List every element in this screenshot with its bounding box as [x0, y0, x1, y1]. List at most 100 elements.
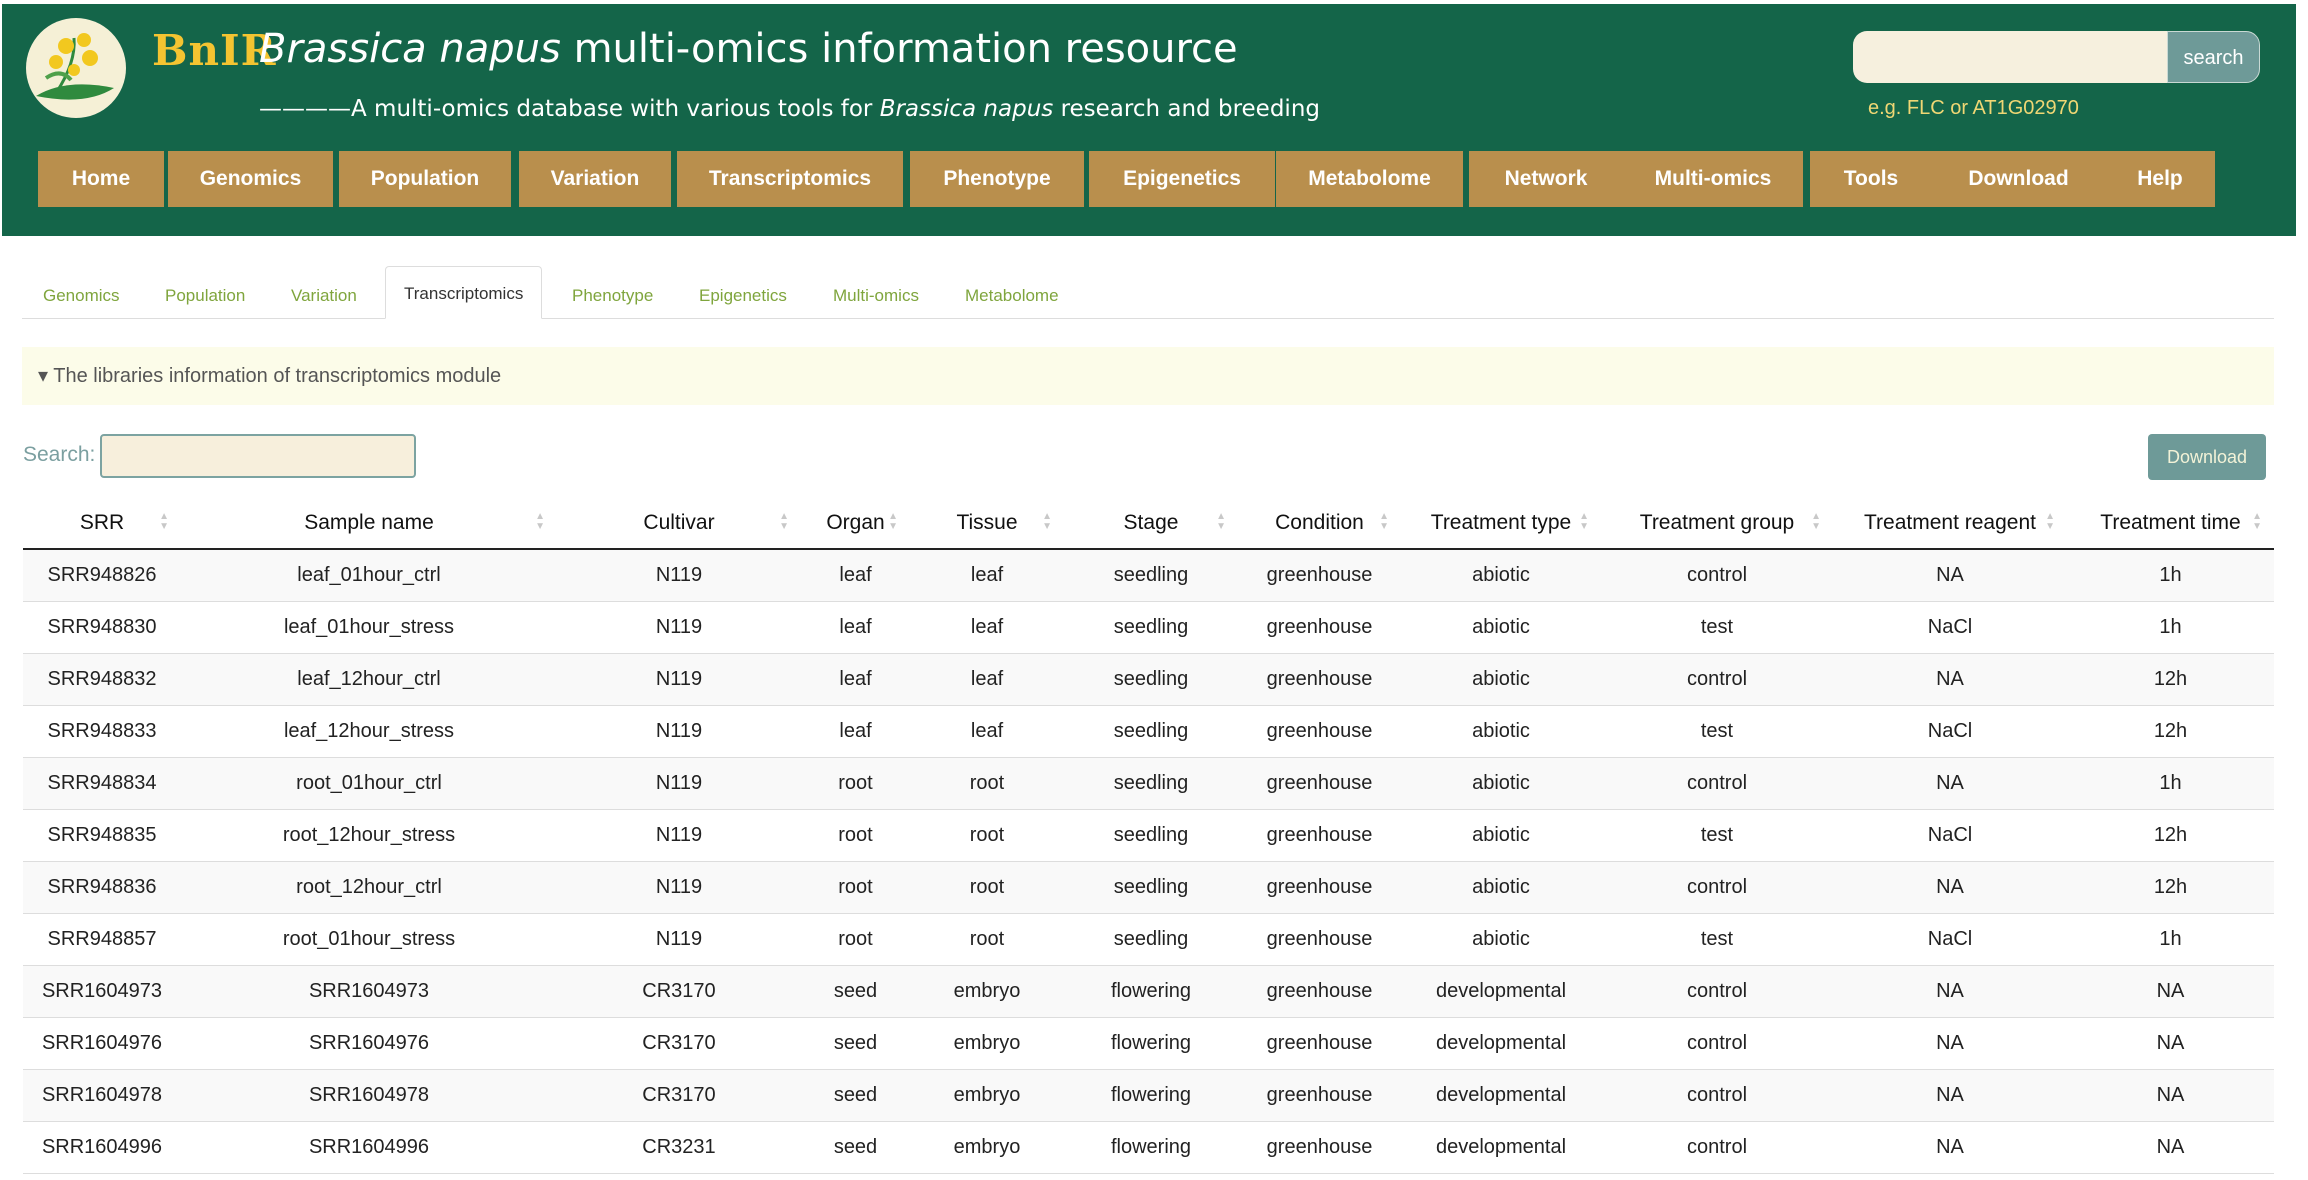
table-cell: test: [1601, 809, 1833, 862]
table-row[interactable]: SRR948834 root_01hour_ctrl N119 root root see…: [23, 757, 2274, 810]
table-row[interactable]: SRR948826 leaf_01hour_ctrl N119 leaf leaf see…: [23, 549, 2274, 602]
table-cell: NA: [2067, 1121, 2274, 1174]
table-row[interactable]: SRR1604978 SRR1604978 CR3170 seed embryo flow…: [23, 1069, 2274, 1122]
libraries-panel-title[interactable]: ▾ The libraries information of transcrip…: [38, 347, 501, 405]
nav-multi-omics[interactable]: Multi-omics: [1623, 151, 1803, 207]
header-search-input[interactable]: [1853, 31, 2171, 83]
table-cell: SRR948835: [23, 809, 181, 862]
table-cell: control: [1601, 549, 1833, 602]
table-row[interactable]: SRR948830 leaf_01hour_stress N119 leaf leaf s…: [23, 601, 2274, 654]
column-header-sample-name[interactable]: Sample name ▲ ▼: [181, 497, 557, 550]
table-cell: root: [910, 809, 1064, 862]
sort-icon: ▲ ▼: [535, 511, 545, 532]
tab-epigenetics[interactable]: Epigenetics: [699, 274, 787, 318]
column-header-treatment-reagent[interactable]: Treatment reagent ▲ ▼: [1833, 497, 2067, 550]
nav-transcriptomics[interactable]: Transcriptomics: [677, 151, 903, 207]
table-cell: N119: [557, 861, 801, 914]
table-cell: flowering: [1064, 1069, 1238, 1122]
nav-epigenetics[interactable]: Epigenetics: [1089, 151, 1275, 207]
table-cell: greenhouse: [1238, 1017, 1401, 1070]
tab-variation[interactable]: Variation: [291, 274, 357, 318]
column-label: Treatment time: [2100, 510, 2241, 534]
sort-icon: ▲ ▼: [2045, 511, 2055, 532]
table-cell: N119: [557, 809, 801, 862]
column-header-treatment-group[interactable]: Treatment group ▲ ▼: [1601, 497, 1833, 550]
rapeseed-logo-icon[interactable]: [26, 18, 126, 118]
column-header-organ[interactable]: Organ ▲ ▼: [801, 497, 910, 550]
column-header-srr[interactable]: SRR ▲ ▼: [23, 497, 181, 550]
nav-download[interactable]: Download: [1931, 151, 2106, 207]
table-cell: leaf_12hour_stress: [181, 705, 557, 758]
table-cell: embryo: [910, 1121, 1064, 1174]
table-cell: seedling: [1064, 653, 1238, 706]
site-title[interactable]: Brassica napus multi-omics information r…: [259, 26, 1238, 72]
column-label: Treatment type: [1430, 510, 1572, 534]
tab-phenotype[interactable]: Phenotype: [572, 274, 653, 318]
table-cell: greenhouse: [1238, 913, 1401, 966]
table-row[interactable]: SRR948836 root_12hour_ctrl N119 root root see…: [23, 861, 2274, 914]
table-row[interactable]: SRR1604976 SRR1604976 CR3170 seed embryo flow…: [23, 1017, 2274, 1070]
table-cell: leaf: [801, 549, 910, 602]
table-cell: CR3170: [557, 965, 801, 1018]
table-row[interactable]: SRR1604973 SRR1604973 CR3170 seed embryo flow…: [23, 965, 2274, 1018]
table-cell: leaf_01hour_ctrl: [181, 549, 557, 602]
download-button[interactable]: Download: [2148, 434, 2266, 480]
subtitle-species: Brassica napus: [879, 96, 1054, 122]
nav-home[interactable]: Home: [38, 151, 164, 207]
table-cell: test: [1601, 601, 1833, 654]
column-header-treatment-type[interactable]: Treatment type ▲ ▼: [1401, 497, 1601, 550]
header-search-button[interactable]: search: [2167, 31, 2260, 83]
tab-genomics[interactable]: Genomics: [43, 274, 120, 318]
tab-population[interactable]: Population: [165, 274, 245, 318]
table-cell: greenhouse: [1238, 549, 1401, 602]
table-row[interactable]: SRR948835 root_12hour_stress N119 root root s…: [23, 809, 2274, 862]
nav-variation[interactable]: Variation: [519, 151, 671, 207]
tab-multi-omics[interactable]: Multi-omics: [833, 274, 919, 318]
tab-transcriptomics[interactable]: Transcriptomics: [385, 266, 543, 319]
table-cell: leaf: [910, 601, 1064, 654]
sort-icon: ▲ ▼: [1579, 511, 1589, 532]
nav-tools[interactable]: Tools: [1810, 151, 1932, 207]
table-cell: leaf_01hour_stress: [181, 601, 557, 654]
nav-help[interactable]: Help: [2105, 151, 2215, 207]
column-header-cultivar[interactable]: Cultivar ▲ ▼: [557, 497, 801, 550]
nav-phenotype[interactable]: Phenotype: [910, 151, 1084, 207]
column-header-stage[interactable]: Stage ▲ ▼: [1064, 497, 1238, 550]
table-cell: embryo: [910, 1017, 1064, 1070]
column-header-tissue[interactable]: Tissue ▲ ▼: [910, 497, 1064, 550]
table-cell: SRR948830: [23, 601, 181, 654]
table-cell: root: [910, 861, 1064, 914]
table-cell: root: [910, 757, 1064, 810]
table-cell: NA: [2067, 965, 2274, 1018]
table-cell: NA: [1833, 653, 2067, 706]
nav-network[interactable]: Network: [1469, 151, 1623, 207]
sort-icon: ▲ ▼: [1042, 511, 1052, 532]
table-cell: leaf_12hour_ctrl: [181, 653, 557, 706]
column-header-condition[interactable]: Condition ▲ ▼: [1238, 497, 1401, 550]
table-cell: leaf: [801, 601, 910, 654]
title-rest: multi-omics information resource: [560, 26, 1238, 72]
table-row[interactable]: SRR948832 leaf_12hour_ctrl N119 leaf leaf see…: [23, 653, 2274, 706]
table-cell: SRR948833: [23, 705, 181, 758]
table-cell: control: [1601, 1017, 1833, 1070]
table-row[interactable]: SRR948857 root_01hour_stress N119 root root s…: [23, 913, 2274, 966]
table-cell: SRR948836: [23, 861, 181, 914]
table-row[interactable]: SRR948833 leaf_12hour_stress N119 leaf leaf s…: [23, 705, 2274, 758]
table-cell: root: [801, 861, 910, 914]
nav-genomics[interactable]: Genomics: [168, 151, 333, 207]
site-subtitle: ————A multi-omics database with various …: [259, 96, 1320, 122]
column-header-treatment-time[interactable]: Treatment time ▲ ▼: [2067, 497, 2274, 550]
column-label: SRR: [79, 510, 125, 534]
table-cell: developmental: [1401, 1069, 1601, 1122]
table-cell: abiotic: [1401, 705, 1601, 758]
table-cell: greenhouse: [1238, 601, 1401, 654]
table-row[interactable]: SRR1604996 SRR1604996 CR3231 seed embryo flow…: [23, 1121, 2274, 1174]
table-search-input[interactable]: [100, 434, 416, 478]
table-cell: NA: [1833, 861, 2067, 914]
table-cell: control: [1601, 653, 1833, 706]
tab-metabolome[interactable]: Metabolome: [965, 274, 1059, 318]
nav-population[interactable]: Population: [339, 151, 511, 207]
nav-metabolome[interactable]: Metabolome: [1276, 151, 1463, 207]
sort-icon: ▲ ▼: [1379, 511, 1389, 532]
sort-icon: ▲ ▼: [888, 511, 898, 532]
